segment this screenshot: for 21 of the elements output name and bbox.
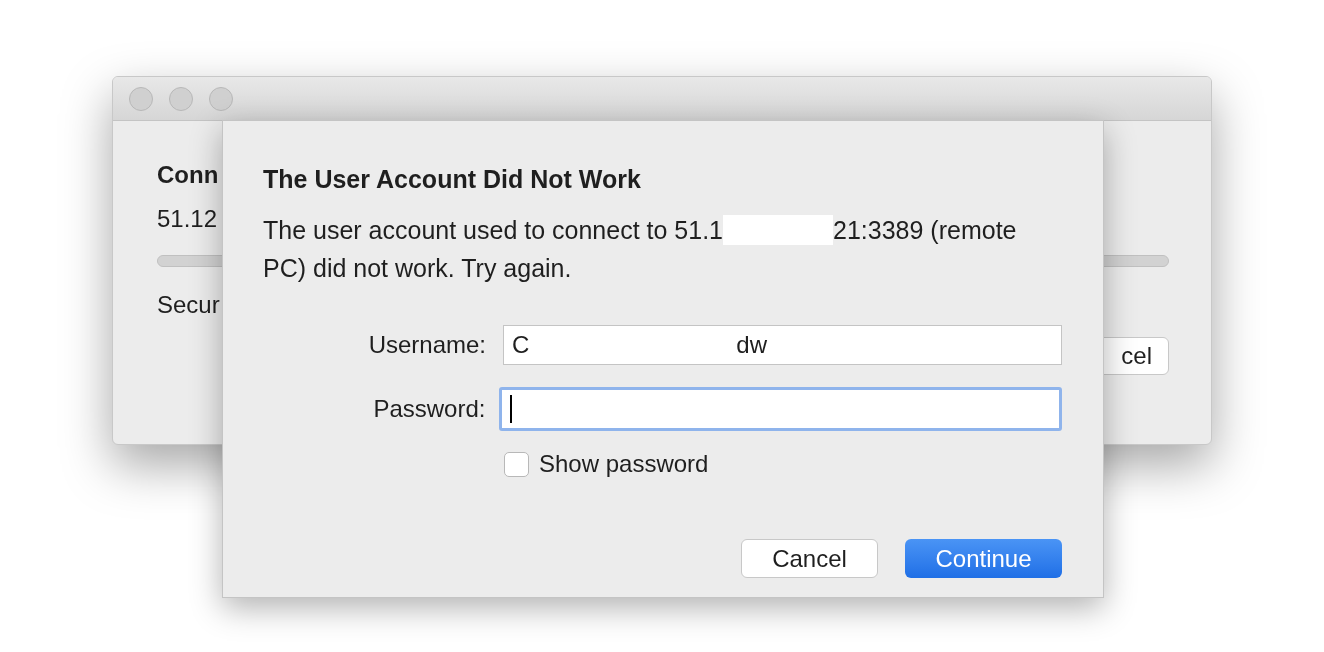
window-control-icon[interactable]: [129, 86, 153, 111]
window-control-icon[interactable]: [169, 86, 193, 111]
connection-address: 51.12: [157, 205, 218, 233]
cancel-button[interactable]: Cancel: [741, 539, 878, 578]
window-control-icon[interactable]: [209, 86, 233, 111]
dialog-message: PC) did not work. Try again.: [263, 253, 572, 284]
connection-heading: Conn: [157, 161, 219, 189]
dialog-message: The user account used to connect to 51.1: [263, 215, 724, 246]
input-field[interactable]: C dw: [503, 325, 1062, 365]
text-cursor: [510, 395, 513, 423]
continue-button[interactable]: Continue: [905, 539, 1062, 578]
dialog-title: The User Account Did Not Work: [263, 165, 641, 193]
show-password-checkbox[interactable]: [504, 451, 529, 477]
field-label: Password:: [372, 394, 487, 424]
field-value: C: [512, 330, 530, 360]
input-field[interactable]: [499, 387, 1062, 431]
field-label: Username:: [367, 330, 487, 360]
checkbox-label: Show password: [539, 449, 709, 479]
status-text: Secur: [157, 291, 220, 319]
dialog-message: 21:3389 (remote: [833, 215, 1017, 246]
field-value: dw: [736, 330, 768, 360]
